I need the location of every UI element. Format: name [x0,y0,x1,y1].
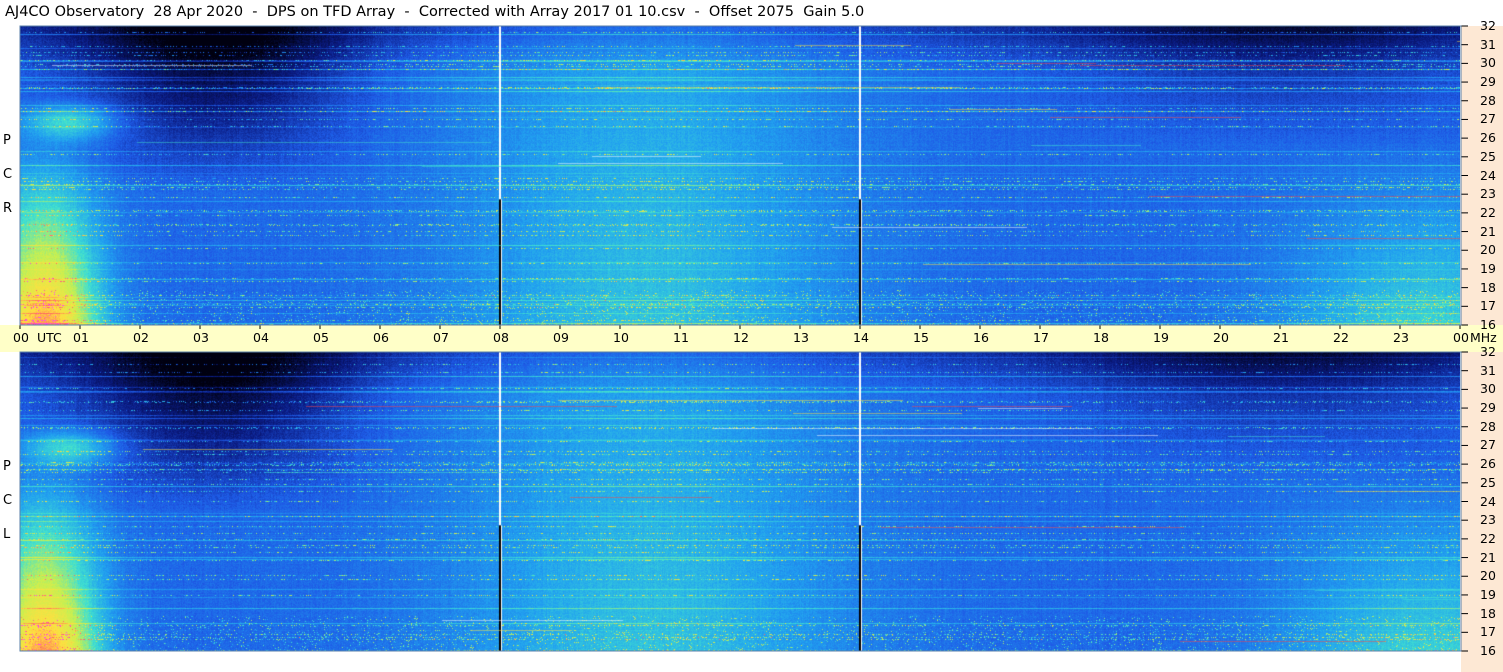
axis-ticks-overlay [19,25,1468,652]
top-panel-border [19,25,1462,326]
bottom-panel-border [19,351,1462,652]
